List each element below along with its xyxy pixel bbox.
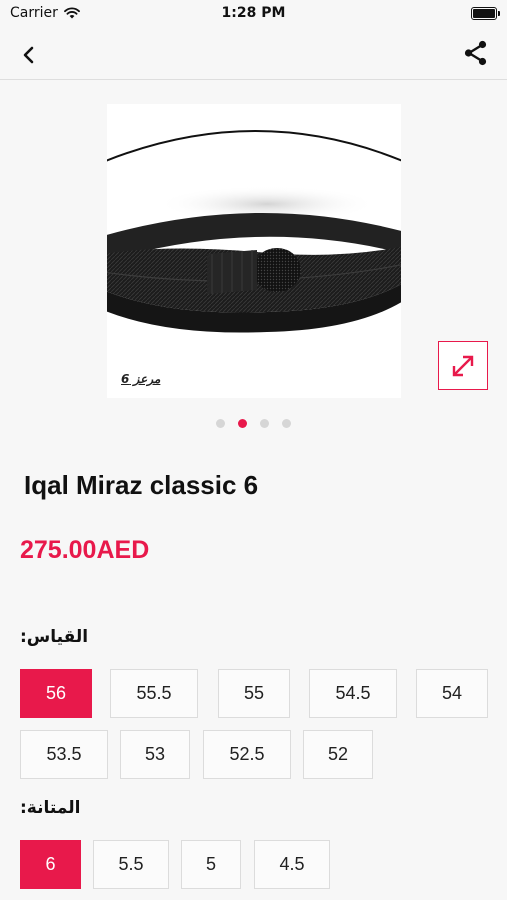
status-time: 1:28 PM — [221, 5, 286, 21]
size-option[interactable]: 54 — [416, 669, 488, 718]
pager-dot[interactable] — [260, 419, 269, 428]
strength-option[interactable]: 4.5 — [254, 840, 330, 889]
image-pager[interactable] — [0, 419, 507, 428]
status-bar: Carrier 1:28 PM — [0, 0, 507, 28]
battery-icon — [471, 7, 500, 20]
product-price: 275.00AED — [20, 536, 150, 564]
product-title: Iqal Miraz classic 6 — [24, 470, 259, 500]
size-option[interactable]: 55 — [218, 669, 290, 718]
back-button[interactable] — [14, 40, 44, 70]
share-button[interactable] — [461, 38, 491, 68]
size-label: القياس: — [20, 627, 89, 647]
size-option[interactable]: 52 — [303, 730, 373, 779]
expand-icon — [452, 355, 474, 376]
pager-dot-active[interactable] — [238, 419, 247, 428]
chevron-left-icon — [23, 46, 34, 64]
pager-dot[interactable] — [282, 419, 291, 428]
size-option[interactable]: 54.5 — [309, 669, 397, 718]
share-icon — [464, 40, 487, 66]
strength-option[interactable]: 5.5 — [93, 840, 169, 889]
strength-option[interactable]: 5 — [181, 840, 241, 889]
size-option[interactable]: 52.5 — [203, 730, 291, 779]
strength-label: المتانة: — [20, 798, 81, 818]
nav-bar — [0, 28, 507, 80]
product-photo — [107, 130, 401, 333]
image-caption: مرعز 6 — [121, 372, 161, 386]
expand-image-button[interactable] — [438, 341, 488, 390]
size-option[interactable]: 53 — [120, 730, 190, 779]
size-option-selected[interactable]: 56 — [20, 669, 92, 718]
size-option[interactable]: 53.5 — [20, 730, 108, 779]
size-option[interactable]: 55.5 — [110, 669, 198, 718]
pager-dot[interactable] — [216, 419, 225, 428]
strength-option-selected[interactable]: 6 — [20, 840, 81, 889]
product-image[interactable]: مرعز 6 — [107, 104, 401, 398]
